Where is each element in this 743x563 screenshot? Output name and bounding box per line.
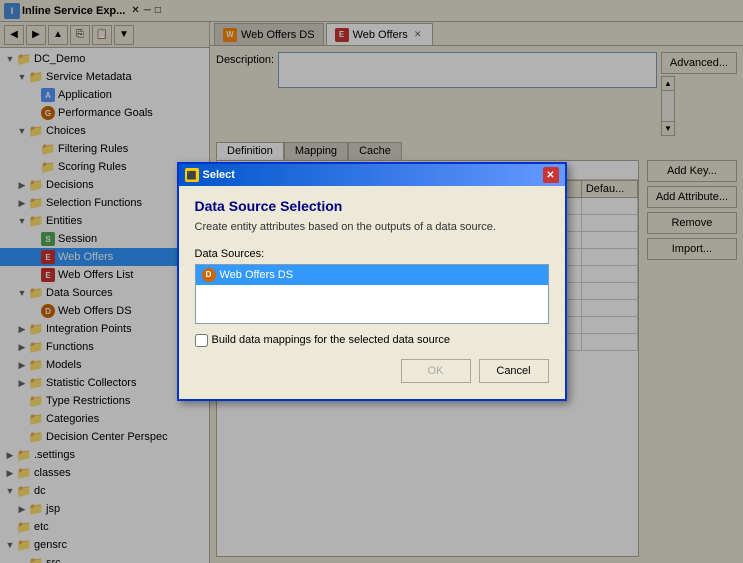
modal-checkbox-label: Build data mappings for the selected dat… [212,334,450,346]
modal-checkbox-row: Build data mappings for the selected dat… [195,334,549,347]
modal-title-text: Select [203,169,235,181]
modal-desc: Create entity attributes based on the ou… [195,220,549,235]
modal-ds-icon: D [202,268,216,282]
modal-body: Data Source Selection Create entity attr… [179,186,565,398]
modal-title-icon: ⬛ [185,168,199,182]
select-modal: ⬛ Select ✕ Data Source Selection Create … [177,162,567,400]
modal-buttons: OK Cancel [195,359,549,387]
modal-ds-list[interactable]: D Web Offers DS [195,264,549,324]
modal-ok-button[interactable]: OK [401,359,471,383]
modal-heading: Data Source Selection [195,198,549,214]
modal-ds-item-web-offers-ds[interactable]: D Web Offers DS [196,265,548,285]
modal-close-button[interactable]: ✕ [543,167,559,183]
modal-titlebar: ⬛ Select ✕ [179,164,565,186]
modal-cancel-button[interactable]: Cancel [479,359,549,383]
modal-title-left: ⬛ Select [185,168,235,182]
modal-ds-item-text: Web Offers DS [220,269,294,281]
modal-checkbox[interactable] [195,334,208,347]
modal-ds-label: Data Sources: [195,248,549,260]
modal-overlay: ⬛ Select ✕ Data Source Selection Create … [0,0,743,563]
